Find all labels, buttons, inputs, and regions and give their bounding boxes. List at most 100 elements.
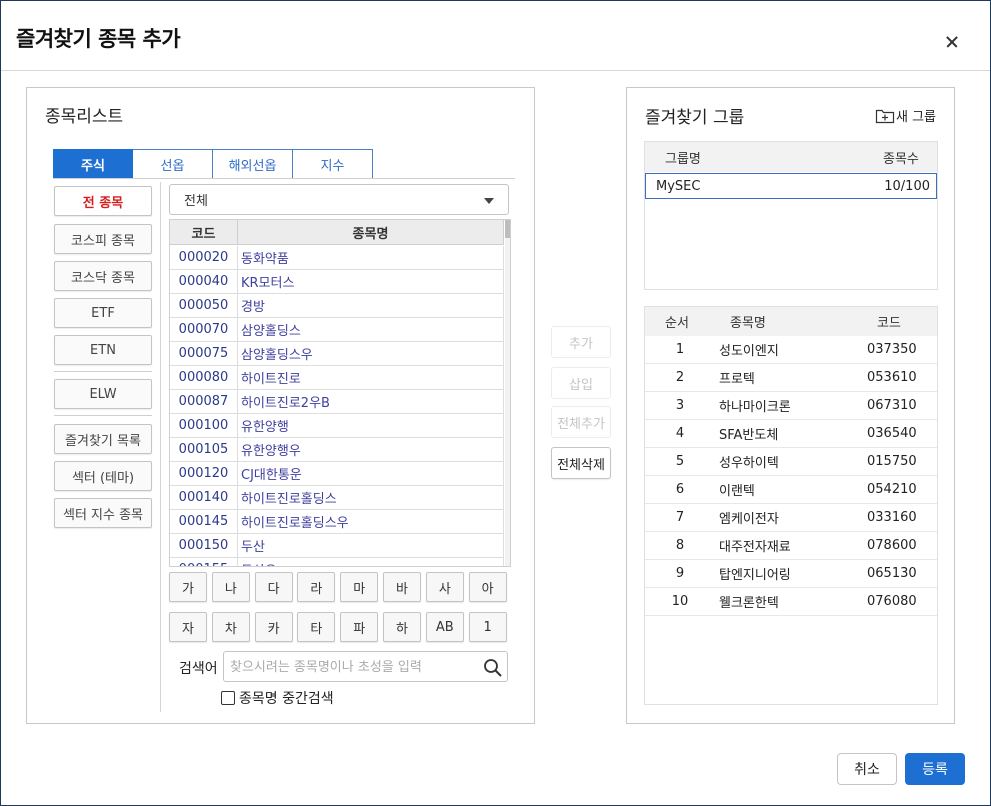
etf-button[interactable]: ETF	[54, 298, 152, 328]
stock-order: 10	[671, 594, 689, 609]
group-count: 10/100	[884, 178, 930, 194]
table-row[interactable]: 000020 동화약품	[170, 246, 504, 270]
all-stocks-button[interactable]: 전 종목	[54, 186, 152, 216]
consonant-button[interactable]: 카	[254, 612, 293, 642]
elw-button[interactable]: ELW	[54, 379, 152, 409]
consonant-button[interactable]: 1	[468, 612, 507, 642]
table-row[interactable]: 000075 삼양홀딩스우	[170, 342, 504, 366]
consonant-button[interactable]: 타	[297, 612, 336, 642]
stock-order: 7	[675, 510, 685, 525]
add-button[interactable]: 추가	[551, 326, 611, 358]
table-row[interactable]: 000080 하이트진로	[170, 366, 504, 390]
stock-code: 000075	[170, 342, 238, 365]
table-row[interactable]: 000087 하이트진로2우B	[170, 390, 504, 414]
stock-name: 하나마이크론	[719, 400, 791, 415]
stock-name: 성우하이텍	[719, 456, 779, 471]
consonant-button[interactable]: 라	[297, 572, 336, 602]
stocks-header-order: 순서	[665, 316, 689, 331]
tab-futures-options[interactable]: 선옵	[133, 149, 213, 179]
new-group-button[interactable]: 새 그룹	[875, 106, 936, 125]
table-row[interactable]: 000050 경방	[170, 294, 504, 318]
consonant-button[interactable]: 가	[169, 572, 207, 602]
consonant-button[interactable]: 하	[383, 612, 421, 642]
add-all-button[interactable]: 전체추가	[551, 406, 611, 438]
table-row[interactable]: 000155두산우	[170, 558, 504, 566]
table-row[interactable]: 000140 하이트진로홀딩스	[170, 486, 504, 510]
consonant-button[interactable]: AB	[425, 612, 464, 642]
delete-all-button[interactable]: 전체삭제	[551, 447, 611, 479]
stock-code: 000105	[170, 438, 238, 461]
side-divider	[54, 415, 152, 416]
grid-scrollbar[interactable]	[505, 220, 510, 566]
tab-overseas-futures[interactable]: 해외선옵	[213, 149, 293, 179]
list-item[interactable]: 2 프로텍 053610	[645, 364, 937, 392]
list-item[interactable]: 5 성우하이텍 015750	[645, 448, 937, 476]
stock-code: 053610	[867, 370, 917, 385]
consonant-button[interactable]: 바	[383, 572, 421, 602]
list-item[interactable]: 6 이랜텍 054210	[645, 476, 937, 504]
stock-order: 9	[675, 566, 685, 581]
favorites-list-button[interactable]: 즐겨찾기 목록	[54, 424, 152, 454]
grid-header: 코드 종목명	[170, 220, 504, 245]
consonant-button[interactable]: 차	[211, 612, 250, 642]
stock-code: 000145	[170, 510, 238, 533]
cancel-button[interactable]: 취소	[837, 753, 897, 785]
group-table: 그룹명 종목수 MySEC 10/100	[644, 141, 938, 290]
stock-name: 유한양행	[238, 414, 504, 437]
middle-search-checkbox[interactable]	[221, 691, 235, 705]
consonant-button[interactable]: 아	[468, 572, 507, 602]
sector-theme-button[interactable]: 섹터 (테마)	[54, 461, 152, 491]
close-icon[interactable]	[941, 31, 963, 53]
stock-name: SFA반도체	[719, 428, 779, 443]
table-row[interactable]: 000105 유한양행우	[170, 438, 504, 462]
etn-button[interactable]: ETN	[54, 335, 152, 365]
stock-list-title: 종목리스트	[45, 107, 124, 127]
consonant-button[interactable]: 파	[340, 612, 379, 642]
consonant-button[interactable]: 나	[211, 572, 250, 602]
title-divider	[1, 70, 990, 71]
stocks-header-name: 종목명	[730, 316, 766, 331]
kosdaq-button[interactable]: 코스닥 종목	[54, 261, 152, 291]
list-item[interactable]: 7 엠케이전자 033160	[645, 504, 937, 532]
table-row[interactable]: 000145 하이트진로홀딩스우	[170, 510, 504, 534]
list-item[interactable]: 1 성도이엔지 037350	[645, 336, 937, 364]
stock-name: 하이트진로2우B	[238, 390, 504, 413]
insert-button[interactable]: 삽입	[551, 367, 611, 399]
tab-stock[interactable]: 주식	[53, 149, 133, 179]
favorites-dialog: 즐겨찾기 종목 추가 종목리스트 주식 선옵 해외선옵 지수 전 종목 코스피 …	[1, 1, 990, 805]
search-icon[interactable]	[483, 658, 503, 678]
stock-order: 8	[675, 538, 685, 553]
dialog-title: 즐겨찾기 종목 추가	[16, 27, 181, 51]
stock-name: 대주전자재료	[719, 540, 791, 555]
folder-plus-icon	[875, 109, 895, 123]
table-row[interactable]: 000040 KR모터스	[170, 270, 504, 294]
list-item[interactable]: 3 하나마이크론 067310	[645, 392, 937, 420]
search-box	[223, 651, 508, 682]
list-item[interactable]: 4 SFA반도체 036540	[645, 420, 937, 448]
tab-index[interactable]: 지수	[293, 149, 373, 179]
stock-name: 이랜텍	[719, 484, 755, 499]
consonant-button[interactable]: 사	[425, 572, 464, 602]
middle-search-option[interactable]: 종목명 중간검색	[221, 688, 334, 708]
table-row[interactable]: 000100 유한양행	[170, 414, 504, 438]
list-item[interactable]: 10 웰크론한텍 076080	[645, 588, 937, 616]
search-input[interactable]	[230, 657, 478, 677]
grid-scrollbar-thumb[interactable]	[505, 220, 510, 238]
list-item[interactable]: 9 탑엔지니어링 065130	[645, 560, 937, 588]
table-row[interactable]: 000120 CJ대한통운	[170, 462, 504, 486]
stocks-header-code: 코드	[877, 316, 901, 331]
stock-code: 000100	[170, 414, 238, 437]
side-divider	[54, 371, 152, 372]
group-row[interactable]: MySEC 10/100	[645, 173, 937, 199]
list-item[interactable]: 8 대주전자재료 078600	[645, 532, 937, 560]
consonant-button[interactable]: 자	[169, 612, 207, 642]
filter-select[interactable]: 전체	[169, 184, 509, 215]
sector-index-button[interactable]: 섹터 지수 종목	[54, 498, 152, 528]
table-row[interactable]: 000070 삼양홀딩스	[170, 318, 504, 342]
kospi-button[interactable]: 코스피 종목	[54, 224, 152, 254]
table-row[interactable]: 000150 두산	[170, 534, 504, 558]
consonant-button[interactable]: 마	[340, 572, 379, 602]
consonant-button[interactable]: 다	[254, 572, 293, 602]
register-button[interactable]: 등록	[905, 753, 965, 785]
stock-order: 6	[675, 482, 685, 497]
